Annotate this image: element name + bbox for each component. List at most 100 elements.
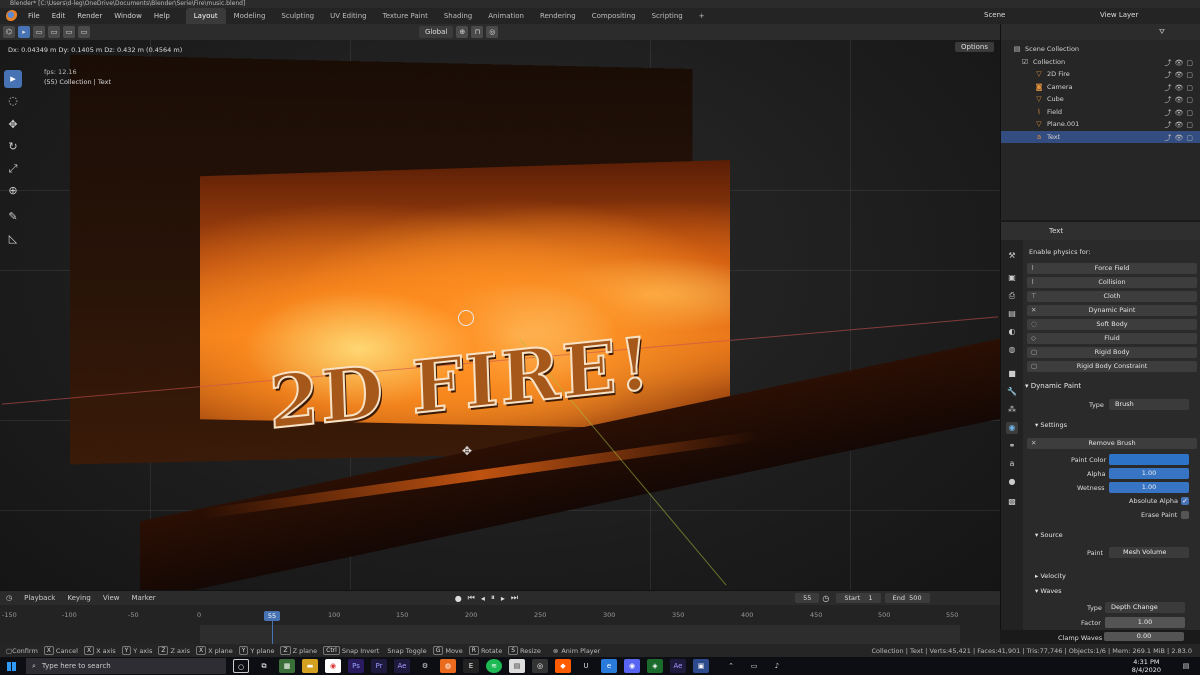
edge-icon[interactable]: e <box>601 659 617 673</box>
menu-keying[interactable]: Keying <box>61 594 97 602</box>
transform-orientation-dropdown[interactable]: Global <box>419 26 454 38</box>
menu-edit[interactable]: Edit <box>46 8 72 24</box>
outliner-item-2d-fire[interactable]: ▽ 2D Fire ⤴👁▢ <box>1001 68 1200 81</box>
blender-logo-icon[interactable] <box>6 10 18 22</box>
outliner-item-plane[interactable]: ▽ Plane.001 ⤴👁▢ <box>1001 118 1200 131</box>
playhead[interactable] <box>272 621 273 645</box>
app-icon[interactable]: ◆ <box>555 659 571 673</box>
outliner-item-cube[interactable]: ▽ Cube ⤴👁▢ <box>1001 93 1200 106</box>
tab-shading[interactable]: Shading <box>436 8 480 24</box>
select-mode-extend-icon[interactable]: ▭ <box>48 26 60 38</box>
output-tab-icon[interactable]: ⎙ <box>1006 290 1018 302</box>
current-frame-marker[interactable]: 55 <box>264 611 280 621</box>
visibility-icons[interactable]: ⤴👁▢ <box>1164 108 1196 118</box>
start-button[interactable] <box>0 657 22 675</box>
app-icon[interactable]: ▣ <box>693 659 709 673</box>
pause-icon[interactable]: ⏸ <box>491 593 495 603</box>
view-layer-selector[interactable]: View Layer <box>1100 11 1138 19</box>
paint-source-dropdown[interactable]: Mesh Volume <box>1109 547 1189 558</box>
annotate-tool-icon[interactable]: ✎ <box>4 208 22 226</box>
timeline-range[interactable] <box>200 625 960 645</box>
select-tool-icon[interactable]: ▸ <box>4 70 22 88</box>
source-subsection[interactable]: ▾ Source <box>1035 531 1063 539</box>
tab-modeling[interactable]: Modeling <box>226 8 274 24</box>
proportional-edit-icon[interactable]: ◎ <box>486 26 499 38</box>
unreal-icon[interactable]: U <box>578 659 594 673</box>
jump-end-icon[interactable]: ⏭ <box>511 593 518 603</box>
timeline-editor-icon[interactable]: ◷ <box>0 594 18 602</box>
particles-tab-icon[interactable]: ⁂ <box>1006 404 1018 416</box>
add-workspace-button[interactable]: + <box>691 8 713 24</box>
3d-viewport[interactable]: 2D FIRE! ✥ Dx: 0.04349 m Dy: 0.1405 m Dz… <box>0 40 1000 590</box>
scene-selector[interactable]: Scene <box>984 11 1005 19</box>
taskbar-search[interactable]: ⌕ Type here to search <box>26 658 226 674</box>
tray-arrow-icon[interactable]: ⌃ <box>723 659 739 673</box>
velocity-subsection[interactable]: ▸ Velocity <box>1035 572 1066 580</box>
constraints-tab-icon[interactable]: ⚭ <box>1006 440 1018 452</box>
move-tool-icon[interactable]: ✥ <box>4 116 22 134</box>
modifier-tab-icon[interactable]: 🔧 <box>1006 386 1018 398</box>
select-box-icon[interactable]: ▸ <box>18 26 30 38</box>
tab-compositing[interactable]: Compositing <box>584 8 644 24</box>
select-mode-intersect-icon[interactable]: ▭ <box>78 26 90 38</box>
photoshop-icon[interactable]: Ps <box>348 659 364 673</box>
rotate-tool-icon[interactable]: ↻ <box>4 138 22 156</box>
dynamic-paint-section[interactable]: ▾ Dynamic Paint <box>1025 382 1081 390</box>
visibility-icons[interactable]: ⤴👁▢ <box>1164 120 1196 130</box>
chrome-icon[interactable]: ◉ <box>325 659 341 673</box>
menu-view[interactable]: View <box>97 594 126 602</box>
visibility-icons[interactable]: ⤴👁▢ <box>1164 133 1196 143</box>
world-tab-icon[interactable]: ◍ <box>1006 344 1018 356</box>
prev-keyframe-icon[interactable]: ◂ <box>481 594 485 603</box>
wetness-field[interactable]: 1.00 <box>1109 482 1189 493</box>
outliner-item-camera[interactable]: ◙ Camera ⤴👁▢ <box>1001 81 1200 94</box>
cloth-button[interactable]: ⊤ Cloth <box>1027 291 1197 302</box>
checkbox-icon[interactable]: ☑ <box>1021 58 1029 66</box>
next-keyframe-icon[interactable]: ▸ <box>501 594 505 603</box>
scene-tab-icon[interactable]: ◐ <box>1006 326 1018 338</box>
render-tab-icon[interactable]: ▣ <box>1006 272 1018 284</box>
select-mode-subtract-icon[interactable]: ▭ <box>63 26 75 38</box>
tab-sculpting[interactable]: Sculpting <box>273 8 322 24</box>
outliner-scene-collection[interactable]: ▤ Scene Collection <box>1001 43 1200 56</box>
menu-window[interactable]: Window <box>108 8 148 24</box>
paint-color-swatch[interactable] <box>1109 454 1189 465</box>
cursor-tool-icon[interactable]: ◌ <box>4 92 22 110</box>
rigid-body-constraint-button[interactable]: ▢ Rigid Body Constraint <box>1027 361 1197 372</box>
texture-tab-icon[interactable]: ▩ <box>1006 496 1018 508</box>
editor-type-icon[interactable]: ⌬ <box>3 26 15 38</box>
visibility-icons[interactable]: ⤴👁▢ <box>1164 58 1196 68</box>
settings-gear-icon[interactable]: ⚙ <box>417 659 433 673</box>
premiere-icon[interactable]: Pr <box>371 659 387 673</box>
epic-icon[interactable]: E <box>463 659 479 673</box>
menu-render[interactable]: Render <box>71 8 108 24</box>
waves-subsection[interactable]: ▾ Waves <box>1035 587 1062 595</box>
after-effects-icon[interactable]: Ae <box>670 659 686 673</box>
pivot-icon[interactable]: ⊕ <box>456 26 469 38</box>
task-view-icon[interactable]: ⧉ <box>256 659 272 673</box>
tab-texture-paint[interactable]: Texture Paint <box>375 8 436 24</box>
clock-icon[interactable]: ◷ <box>822 594 829 603</box>
menu-help[interactable]: Help <box>148 8 176 24</box>
view-layer-tab-icon[interactable]: ▤ <box>1006 308 1018 320</box>
menu-marker[interactable]: Marker <box>125 594 161 602</box>
outliner-item-text[interactable]: a Text ⤴👁▢ <box>1001 130 1200 143</box>
measure-tool-icon[interactable]: ◺ <box>4 230 22 248</box>
collision-button[interactable]: ⌇ Collision <box>1027 277 1197 288</box>
tab-rendering[interactable]: Rendering <box>532 8 584 24</box>
select-mode-new-icon[interactable]: ▭ <box>33 26 45 38</box>
file-explorer-icon[interactable]: ▬ <box>302 659 318 673</box>
tab-layout[interactable]: Layout <box>185 8 226 24</box>
jump-start-icon[interactable]: ⏮ <box>468 593 475 603</box>
visibility-icons[interactable]: ⤴👁▢ <box>1164 70 1196 80</box>
obs-icon[interactable]: ◎ <box>532 659 548 673</box>
record-icon[interactable]: ● <box>455 594 462 603</box>
spotify-icon[interactable]: ≋ <box>486 659 502 673</box>
outliner-item-field[interactable]: ⌇ Field ⤴👁▢ <box>1001 106 1200 119</box>
dynamic-paint-button[interactable]: ✕ Dynamic Paint <box>1027 305 1197 316</box>
data-tab-icon[interactable]: a <box>1006 458 1018 470</box>
clamp-waves-field[interactable]: 0.00 <box>1104 632 1184 641</box>
menu-file[interactable]: File <box>22 8 46 24</box>
soft-body-button[interactable]: ◌ Soft Body <box>1027 319 1197 330</box>
outliner-collection[interactable]: ☑ Collection ⤴👁▢ <box>1001 56 1200 69</box>
